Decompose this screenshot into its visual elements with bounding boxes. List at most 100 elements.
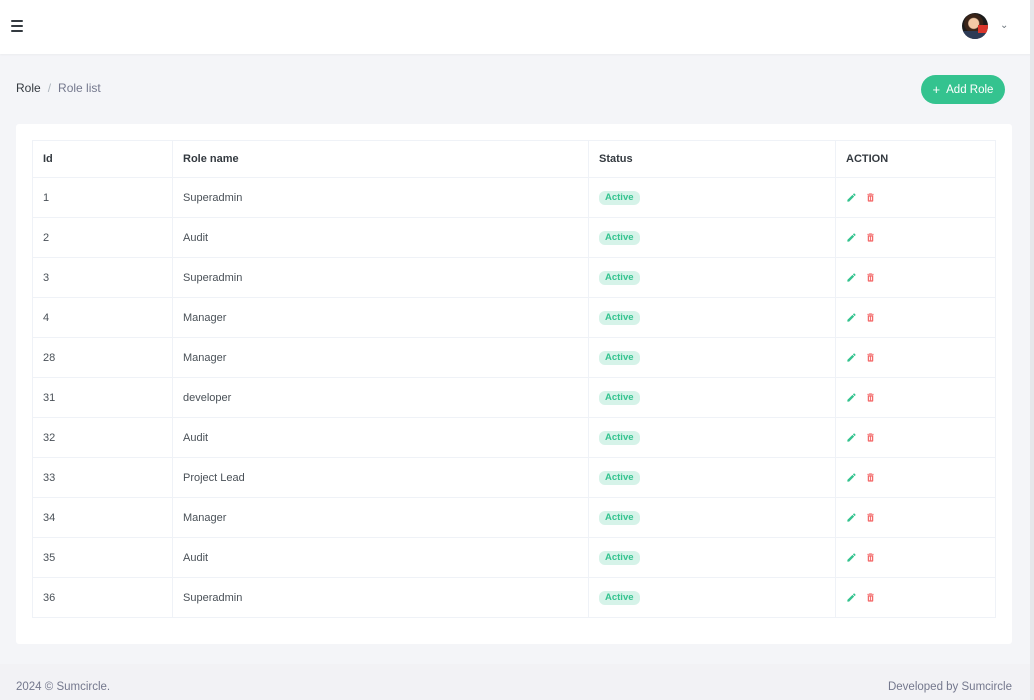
cell-status: Active [588, 297, 836, 338]
role-list-card: Id Role name Status ACTION 1 Superadmin … [16, 124, 1012, 644]
trash-delete-icon[interactable] [865, 392, 876, 403]
status-badge: Active [599, 390, 640, 405]
column-header-role-name: Role name [172, 140, 589, 178]
trash-delete-icon[interactable] [865, 232, 876, 243]
table-row: 28 Manager Active [32, 337, 996, 378]
cell-role-name: Audit [172, 217, 589, 258]
cell-action [835, 537, 996, 578]
window-scrollbar[interactable] [1030, 0, 1034, 700]
status-badge: Active [599, 310, 640, 325]
cell-action [835, 377, 996, 418]
status-badge: Active [599, 270, 640, 285]
chevron-down-icon[interactable]: ⌄ [1000, 21, 1008, 31]
cell-id: 33 [32, 457, 173, 498]
cell-action [835, 417, 996, 458]
hamburger-menu-icon[interactable] [8, 15, 28, 37]
cell-id: 4 [32, 297, 173, 338]
cell-action [835, 457, 996, 498]
add-role-button[interactable]: + Add Role [921, 75, 1005, 104]
menu-bar [11, 20, 23, 22]
trash-delete-icon[interactable] [865, 432, 876, 443]
table-row: 36 Superadmin Active [32, 577, 996, 618]
trash-delete-icon[interactable] [865, 352, 876, 363]
pencil-edit-icon[interactable] [846, 272, 857, 283]
pencil-edit-icon[interactable] [846, 432, 857, 443]
cell-status: Active [588, 457, 836, 498]
cell-status: Active [588, 257, 836, 298]
table-row: 35 Audit Active [32, 537, 996, 578]
breadcrumb-item-role[interactable]: Role [16, 81, 41, 95]
cell-action [835, 297, 996, 338]
cell-role-name: developer [172, 377, 589, 418]
role-table: Id Role name Status ACTION 1 Superadmin … [32, 140, 996, 618]
cell-role-name: Audit [172, 417, 589, 458]
cell-role-name: Manager [172, 297, 589, 338]
status-badge: Active [599, 590, 640, 605]
pencil-edit-icon[interactable] [846, 352, 857, 363]
pencil-edit-icon[interactable] [846, 592, 857, 603]
pencil-edit-icon[interactable] [846, 472, 857, 483]
cell-status: Active [588, 337, 836, 378]
table-row: 34 Manager Active [32, 497, 996, 538]
cell-role-name: Manager [172, 337, 589, 378]
cell-action [835, 577, 996, 618]
pencil-edit-icon[interactable] [846, 512, 857, 523]
pencil-edit-icon[interactable] [846, 312, 857, 323]
cell-action [835, 337, 996, 378]
cell-id: 36 [32, 577, 173, 618]
pencil-edit-icon[interactable] [846, 392, 857, 403]
footer-developer-credit: Developed by Sumcircle [887, 681, 1012, 693]
table-row: 1 Superadmin Active [32, 177, 996, 218]
cell-action [835, 177, 996, 218]
column-header-action: ACTION [835, 140, 996, 178]
cell-status: Active [588, 537, 836, 578]
cell-action [835, 497, 996, 538]
trash-delete-icon[interactable] [865, 592, 876, 603]
cell-id: 35 [32, 537, 173, 578]
trash-delete-icon[interactable] [865, 512, 876, 523]
pencil-edit-icon[interactable] [846, 552, 857, 563]
table-row: 32 Audit Active [32, 417, 996, 458]
trash-delete-icon[interactable] [865, 192, 876, 203]
status-badge: Active [599, 510, 640, 525]
plus-icon: + [932, 82, 941, 97]
cell-status: Active [588, 377, 836, 418]
status-badge: Active [599, 470, 640, 485]
trash-delete-icon[interactable] [865, 552, 876, 563]
cell-status: Active [588, 177, 836, 218]
cell-id: 2 [32, 217, 173, 258]
menu-bar [11, 25, 23, 27]
user-menu-dropdown[interactable]: ⌄ [962, 12, 1008, 40]
cell-id: 32 [32, 417, 173, 458]
pencil-edit-icon[interactable] [846, 192, 857, 203]
breadcrumb: Role / Role list [16, 81, 101, 95]
cell-id: 31 [32, 377, 173, 418]
table-row: 4 Manager Active [32, 297, 996, 338]
cell-id: 3 [32, 257, 173, 298]
menu-bar [11, 30, 23, 32]
add-role-label: Add Role [946, 83, 994, 96]
cell-id: 28 [32, 337, 173, 378]
cell-role-name: Manager [172, 497, 589, 538]
cell-role-name: Superadmin [172, 257, 589, 298]
cell-action [835, 257, 996, 298]
column-header-id: Id [32, 140, 173, 178]
cell-status: Active [588, 217, 836, 258]
trash-delete-icon[interactable] [865, 312, 876, 323]
cell-role-name: Superadmin [172, 177, 589, 218]
status-badge: Active [599, 230, 640, 245]
user-avatar[interactable] [962, 13, 988, 39]
cell-status: Active [588, 417, 836, 458]
trash-delete-icon[interactable] [865, 472, 876, 483]
breadcrumb-item-current: Role list [58, 81, 101, 95]
cell-action [835, 217, 996, 258]
table-row: 31 developer Active [32, 377, 996, 418]
top-header: ⌄ [0, 0, 1034, 54]
cell-role-name: Project Lead [172, 457, 589, 498]
breadcrumb-separator: / [47, 81, 52, 95]
cell-status: Active [588, 577, 836, 618]
pencil-edit-icon[interactable] [846, 232, 857, 243]
status-badge: Active [599, 350, 640, 365]
trash-delete-icon[interactable] [865, 272, 876, 283]
status-badge: Active [599, 550, 640, 565]
